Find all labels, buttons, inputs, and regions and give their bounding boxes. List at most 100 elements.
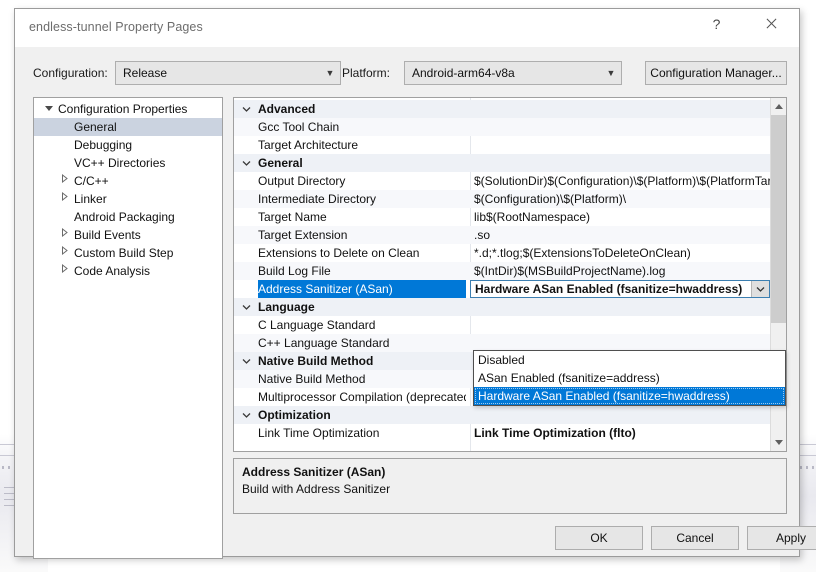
grid-property-name: C Language Standard bbox=[258, 316, 466, 334]
asan-dropdown-popup[interactable]: DisabledASan Enabled (fsanitize=address)… bbox=[473, 350, 786, 406]
description-title: Address Sanitizer (ASan) bbox=[242, 465, 385, 479]
grid-row-build-log-file[interactable]: Build Log File$(IntDir)$(MSBuildProjectN… bbox=[234, 262, 770, 280]
grid-row-address-sanitizer-asan[interactable]: Address Sanitizer (ASan)Hardware ASan En… bbox=[234, 280, 770, 298]
platform-label: Platform: bbox=[342, 66, 390, 80]
chevron-down-icon[interactable] bbox=[240, 298, 252, 316]
grid-property-value[interactable]: *.d;*.tlog;$(ExtensionsToDeleteOnClean) bbox=[474, 244, 774, 262]
grid-property-name: Output Directory bbox=[258, 172, 466, 190]
asan-value-combobox[interactable]: Hardware ASan Enabled (fsanitize=hwaddre… bbox=[470, 280, 770, 298]
chevron-down-icon[interactable] bbox=[240, 352, 252, 370]
question-mark-icon: ? bbox=[713, 16, 721, 32]
configuration-combobox[interactable]: Release ▼ bbox=[115, 61, 341, 85]
grid-property-name: Gcc Tool Chain bbox=[258, 118, 466, 136]
grid-category-label: Native Build Method bbox=[258, 352, 466, 370]
configuration-bar: Configuration: Release ▼ Platform: Andro… bbox=[15, 59, 799, 89]
grid-category-label: General bbox=[258, 154, 466, 172]
help-button[interactable]: ? bbox=[694, 9, 739, 39]
grid-property-value[interactable]: $(IntDir)$(MSBuildProjectName).log bbox=[474, 262, 774, 280]
grid-category-label: Language bbox=[258, 298, 466, 316]
description-text: Build with Address Sanitizer bbox=[242, 482, 390, 496]
chevron-down-icon[interactable] bbox=[240, 154, 252, 172]
close-button[interactable] bbox=[748, 9, 793, 39]
chevron-right-icon bbox=[58, 226, 72, 244]
configuration-manager-label: Configuration Manager... bbox=[646, 62, 786, 84]
grid-category-label: Advanced bbox=[258, 100, 466, 118]
grid-property-name: Intermediate Directory bbox=[258, 190, 466, 208]
tree-item-build-events[interactable]: Build Events bbox=[34, 226, 222, 244]
tree-item-label: Android Packaging bbox=[74, 208, 175, 226]
grid-row-target-name[interactable]: Target Namelib$(RootNamespace) bbox=[234, 208, 770, 226]
chevron-down-icon bbox=[775, 440, 783, 445]
configuration-label: Configuration: bbox=[33, 66, 108, 80]
grid-property-value[interactable]: lib$(RootNamespace) bbox=[474, 208, 774, 226]
chevron-down-icon[interactable] bbox=[751, 281, 769, 297]
chevron-down-icon: ▼ bbox=[601, 68, 621, 78]
grid-row-c-language-standard[interactable]: C Language Standard bbox=[234, 316, 770, 334]
chevron-right-icon bbox=[58, 172, 72, 190]
grid-property-name: Multiprocessor Compilation (deprecated bbox=[258, 388, 466, 406]
description-pane: Address Sanitizer (ASan) Build with Addr… bbox=[233, 458, 787, 514]
chevron-right-icon bbox=[58, 262, 72, 280]
dropdown-option[interactable]: Disabled bbox=[474, 351, 785, 369]
scroll-down-button[interactable] bbox=[771, 434, 787, 451]
grid-category-general[interactable]: General bbox=[234, 154, 770, 172]
configuration-manager-button[interactable]: Configuration Manager... bbox=[645, 61, 787, 85]
tree-item-label: Custom Build Step bbox=[74, 244, 173, 262]
grid-row-extensions-to-delete-on-clean[interactable]: Extensions to Delete on Clean*.d;*.tlog;… bbox=[234, 244, 770, 262]
tree-item-c-c[interactable]: C/C++ bbox=[34, 172, 222, 190]
grid-property-name: Build Log File bbox=[258, 262, 466, 280]
close-icon bbox=[765, 18, 777, 30]
dropdown-option-label: Hardware ASan Enabled (fsanitize=hwaddre… bbox=[478, 389, 730, 403]
chevron-down-icon[interactable] bbox=[240, 100, 252, 118]
grid-property-name: Extensions to Delete on Clean bbox=[258, 244, 466, 262]
tree-item-linker[interactable]: Linker bbox=[34, 190, 222, 208]
dropdown-option[interactable]: ASan Enabled (fsanitize=address) bbox=[474, 369, 785, 387]
tree-item-label: Debugging bbox=[74, 136, 132, 154]
tree-item-debugging[interactable]: Debugging bbox=[34, 136, 222, 154]
chevron-down-icon: ▼ bbox=[320, 68, 340, 78]
grid-row-link-time-optimization[interactable]: Link Time OptimizationLink Time Optimiza… bbox=[234, 424, 770, 442]
grid-property-name: Native Build Method bbox=[258, 370, 466, 388]
tree-item-label: VC++ Directories bbox=[74, 154, 165, 172]
grid-property-name: Target Extension bbox=[258, 226, 466, 244]
grid-property-value[interactable]: $(Configuration)\$(Platform)\ bbox=[474, 190, 774, 208]
cancel-button[interactable]: Cancel bbox=[651, 526, 739, 550]
grid-category-advanced[interactable]: Advanced bbox=[234, 100, 770, 118]
tree-item-android-packaging[interactable]: Android Packaging bbox=[34, 208, 222, 226]
tree-item-code-analysis[interactable]: Code Analysis bbox=[34, 262, 222, 280]
tree-item-label: Code Analysis bbox=[74, 262, 150, 280]
tree-item-general[interactable]: General bbox=[34, 118, 222, 136]
apply-button[interactable]: Apply bbox=[747, 526, 816, 550]
grid-row-target-architecture[interactable]: Target Architecture bbox=[234, 136, 770, 154]
configuration-tree[interactable]: Configuration PropertiesGeneralDebugging… bbox=[33, 97, 223, 559]
grid-property-name: C++ Language Standard bbox=[258, 334, 466, 352]
grid-row-target-extension[interactable]: Target Extension.so bbox=[234, 226, 770, 244]
grid-property-value[interactable]: .so bbox=[474, 226, 774, 244]
grid-row-output-directory[interactable]: Output Directory$(SolutionDir)$(Configur… bbox=[234, 172, 770, 190]
scrollbar-thumb[interactable] bbox=[771, 115, 787, 323]
chevron-right-icon bbox=[58, 244, 72, 262]
grid-property-value[interactable]: $(SolutionDir)$(Configuration)\$(Platfor… bbox=[474, 172, 774, 190]
chevron-right-icon bbox=[58, 190, 72, 208]
tree-item-configuration-properties[interactable]: Configuration Properties bbox=[34, 100, 222, 118]
tree-item-vc-directories[interactable]: VC++ Directories bbox=[34, 154, 222, 172]
grid-category-language[interactable]: Language bbox=[234, 298, 770, 316]
grid-property-value[interactable]: Link Time Optimization (flto) bbox=[474, 424, 774, 442]
ok-button[interactable]: OK bbox=[555, 526, 643, 550]
grid-property-name: Target Name bbox=[258, 208, 466, 226]
chevron-down-icon bbox=[42, 100, 56, 118]
platform-combobox[interactable]: Android-arm64-v8a ▼ bbox=[404, 61, 622, 85]
tree-item-label: Configuration Properties bbox=[58, 100, 187, 118]
dropdown-option[interactable]: Hardware ASan Enabled (fsanitize=hwaddre… bbox=[474, 387, 785, 405]
grid-row-intermediate-directory[interactable]: Intermediate Directory$(Configuration)\$… bbox=[234, 190, 770, 208]
apply-button-label: Apply bbox=[776, 531, 806, 545]
grid-row-gcc-tool-chain[interactable]: Gcc Tool Chain bbox=[234, 118, 770, 136]
scroll-up-button[interactable] bbox=[771, 98, 787, 115]
tree-item-label: Linker bbox=[74, 190, 107, 208]
ok-button-label: OK bbox=[590, 531, 607, 545]
chevron-down-icon[interactable] bbox=[240, 406, 252, 424]
grid-category-optimization[interactable]: Optimization bbox=[234, 406, 770, 424]
dialog-body: Configuration: Release ▼ Platform: Andro… bbox=[15, 47, 799, 556]
tree-item-custom-build-step[interactable]: Custom Build Step bbox=[34, 244, 222, 262]
tree-item-label: General bbox=[74, 118, 117, 136]
